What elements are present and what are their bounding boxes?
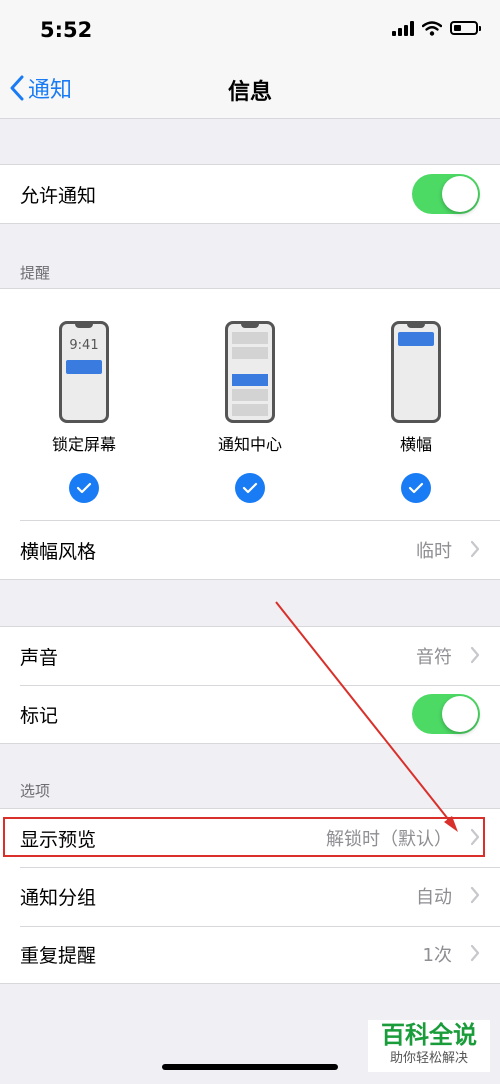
highlight-box bbox=[3, 817, 485, 857]
checkmark-icon bbox=[242, 482, 258, 494]
banners-preview-icon bbox=[391, 321, 441, 423]
alert-notification-center[interactable]: 通知中心 bbox=[200, 321, 300, 503]
notification-center-label: 通知中心 bbox=[217, 435, 282, 454]
sounds-row[interactable]: 声音 音符 bbox=[0, 627, 500, 685]
alerts-section-header: 提醒 bbox=[20, 264, 51, 282]
checkmark-icon bbox=[76, 482, 92, 494]
sounds-badges-group: 声音 音符 标记 bbox=[0, 626, 500, 744]
notification-grouping-label: 通知分组 bbox=[20, 886, 97, 909]
cellular-signal-icon bbox=[392, 20, 414, 36]
badges-toggle[interactable] bbox=[412, 694, 480, 734]
options-section-header: 选项 bbox=[20, 782, 51, 800]
battery-icon bbox=[450, 21, 481, 35]
lock-screen-preview-icon: 9:41 bbox=[59, 321, 109, 423]
banners-label: 横幅 bbox=[399, 435, 432, 454]
status-icons bbox=[392, 20, 481, 36]
lock-screen-checkmark[interactable] bbox=[69, 473, 99, 503]
wifi-icon bbox=[422, 20, 442, 36]
badges-label: 标记 bbox=[20, 704, 59, 727]
sounds-label: 声音 bbox=[20, 646, 59, 669]
page-title: 信息 bbox=[227, 80, 272, 105]
watermark-title: 百科全说 bbox=[381, 1021, 477, 1049]
allow-notifications-group: 允许通知 bbox=[0, 164, 500, 224]
chevron-right-icon bbox=[470, 944, 480, 962]
home-indicator[interactable] bbox=[162, 1064, 338, 1070]
banner-style-label: 横幅风格 bbox=[20, 540, 97, 563]
watermark-logo: 百科全说 助你轻松解决 bbox=[368, 1020, 490, 1072]
chevron-right-icon bbox=[470, 646, 480, 664]
alert-lock-screen[interactable]: 9:41 锁定屏幕 bbox=[34, 321, 134, 503]
status-bar: 5:52 bbox=[0, 0, 500, 62]
banners-checkmark[interactable] bbox=[401, 473, 431, 503]
lock-screen-time: 9:41 bbox=[69, 338, 99, 353]
repeat-alerts-value: 1次 bbox=[422, 945, 452, 966]
allow-notifications-label: 允许通知 bbox=[20, 184, 97, 207]
repeat-alerts-label: 重复提醒 bbox=[20, 944, 97, 967]
notification-grouping-row[interactable]: 通知分组 自动 bbox=[0, 867, 500, 925]
notification-center-checkmark[interactable] bbox=[235, 473, 265, 503]
badges-row: 标记 bbox=[0, 685, 500, 743]
lock-screen-label: 锁定屏幕 bbox=[51, 435, 116, 454]
alert-styles: 9:41 锁定屏幕 通知中心 横幅 bbox=[0, 289, 500, 521]
banner-style-value: 临时 bbox=[416, 541, 452, 562]
chevron-right-icon bbox=[470, 540, 480, 558]
notification-center-preview-icon bbox=[225, 321, 275, 423]
sounds-value: 音符 bbox=[416, 647, 452, 668]
watermark-subtitle: 助你轻松解决 bbox=[389, 1051, 468, 1066]
status-time: 5:52 bbox=[40, 18, 93, 42]
nav-bar: 通知 信息 bbox=[0, 62, 500, 119]
checkmark-icon bbox=[408, 482, 424, 494]
alert-banners[interactable]: 横幅 bbox=[366, 321, 466, 503]
banner-style-row[interactable]: 横幅风格 临时 bbox=[0, 521, 500, 579]
repeat-alerts-row[interactable]: 重复提醒 1次 bbox=[0, 925, 500, 983]
chevron-right-icon bbox=[470, 886, 480, 904]
notification-grouping-value: 自动 bbox=[416, 887, 452, 908]
allow-notifications-toggle[interactable] bbox=[412, 174, 480, 214]
allow-notifications-row: 允许通知 bbox=[0, 165, 500, 223]
alerts-group: 9:41 锁定屏幕 通知中心 横幅 横幅风格 临时 bbox=[0, 288, 500, 580]
